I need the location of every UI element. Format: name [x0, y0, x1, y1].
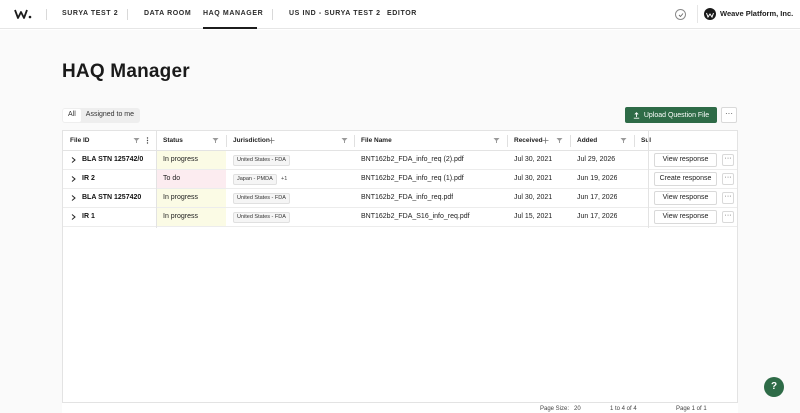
chevron-right-icon[interactable]	[71, 214, 76, 220]
row-more-button[interactable]: ···	[722, 192, 734, 204]
added-cell: Jul 29, 2026	[577, 156, 616, 163]
column-divider	[226, 135, 227, 147]
jurisdiction-tag: Japan - PMDA	[233, 174, 277, 185]
filter-icon[interactable]	[493, 137, 500, 144]
column-header-received[interactable]: Received	[514, 131, 543, 151]
table-row[interactable]: IR 1 In progress United States - FDA BNT…	[63, 208, 737, 227]
nav-item-data-room[interactable]: DATA ROOM	[144, 10, 191, 17]
upload-button-label: Upload Question File	[643, 111, 710, 119]
page-title: HAQ Manager	[62, 61, 190, 82]
status-cell[interactable]: To do	[157, 170, 226, 188]
column-divider	[570, 135, 571, 147]
status-cell[interactable]: In progress	[157, 151, 226, 169]
filter-icon[interactable]	[133, 137, 140, 144]
check-circle-icon[interactable]	[675, 9, 686, 20]
received-cell: Jul 15, 2021	[514, 213, 553, 220]
file-id-cell: IR 2	[82, 175, 95, 182]
column-header-sub[interactable]: Sul	[641, 131, 651, 151]
page-size-select[interactable]: 20	[574, 406, 581, 412]
jurisdiction-tag: United States - FDA	[233, 155, 290, 166]
column-header-jurisdiction[interactable]: Jurisdiction	[233, 131, 270, 151]
page-size-label: Page Size:	[540, 406, 570, 412]
received-cell: Jul 30, 2021	[514, 156, 553, 163]
file-name-cell[interactable]: BNT162b2_FDA_S16_info_req.pdf	[361, 208, 470, 226]
file-name-cell[interactable]: BNT162b2_FDA_info_req (2).pdf	[361, 151, 464, 169]
filter-icon[interactable]	[341, 137, 348, 144]
nav-item-editor[interactable]: EDITOR	[387, 10, 417, 17]
chevron-right-icon[interactable]	[71, 176, 76, 182]
column-divider	[507, 135, 508, 147]
top-nav: SURYA TEST 2 DATA ROOM HAQ MANAGER US IN…	[0, 0, 800, 29]
column-menu-icon[interactable]	[144, 137, 151, 144]
column-header-status[interactable]: Status	[163, 131, 183, 151]
row-more-button[interactable]: ···	[722, 211, 734, 223]
column-header-file-id[interactable]: File ID	[70, 131, 90, 151]
org-logo-icon	[704, 8, 716, 20]
view-response-button[interactable]: View response	[654, 210, 717, 224]
column-header-file-name[interactable]: File Name	[361, 131, 392, 151]
page-indicator: Page 1 of 1	[676, 406, 707, 412]
upload-question-file-button[interactable]: Upload Question File	[625, 107, 717, 123]
file-id-cell: BLA STN 1257420	[82, 194, 142, 201]
create-response-button[interactable]: Create response	[654, 172, 717, 186]
file-name-cell[interactable]: BNT162b2_FDA_info_req (1).pdf	[361, 170, 464, 188]
file-id-cell: BLA STN 125742/0	[82, 156, 144, 163]
row-more-button[interactable]: ···	[722, 173, 734, 185]
table-row[interactable]: IR 2 To do Japan - PMDA +1 BNT162b2_FDA_…	[63, 170, 737, 189]
nav-item-haq-manager[interactable]: HAQ MANAGER	[203, 10, 263, 17]
status-cell[interactable]: In progress	[157, 208, 226, 226]
column-divider	[354, 135, 355, 147]
filter-assigned-to-me[interactable]: Assigned to me	[81, 109, 139, 122]
nav-divider	[127, 9, 128, 20]
filter-all[interactable]: All	[63, 109, 81, 122]
pinned-column-divider	[156, 131, 157, 228]
help-button[interactable]: ?	[764, 377, 784, 397]
jurisdiction-more-count[interactable]: +1	[281, 174, 287, 185]
jurisdiction-tag: United States - FDA	[233, 193, 290, 204]
file-name-cell[interactable]: BNT162b2_FDA_info_req.pdf	[361, 189, 453, 207]
weave-logo-icon[interactable]	[14, 8, 32, 20]
filter-icon[interactable]	[620, 137, 627, 144]
chevron-right-icon[interactable]	[71, 195, 76, 201]
table-row[interactable]: BLA STN 1257420 In progress United State…	[63, 189, 737, 208]
org-switcher[interactable]: Weave Platform, Inc.	[697, 5, 794, 23]
more-options-button[interactable]: ···	[721, 107, 737, 123]
status-cell[interactable]: In progress	[157, 189, 226, 207]
received-cell: Jul 30, 2021	[514, 175, 553, 182]
view-response-button[interactable]: View response	[654, 191, 717, 205]
added-cell: Jun 19, 2026	[577, 175, 618, 182]
row-more-button[interactable]: ···	[722, 154, 734, 166]
view-response-button[interactable]: View response	[654, 153, 717, 167]
row-range: 1 to 4 of 4	[610, 406, 637, 412]
assignment-filter: All Assigned to me	[62, 108, 141, 123]
upload-icon	[633, 111, 640, 119]
table-row[interactable]: BLA STN 125742/0 In progress United Stat…	[63, 151, 737, 170]
jurisdiction-tag: United States - FDA	[233, 212, 290, 223]
received-cell: Jul 30, 2021	[514, 194, 553, 201]
nav-item-workspace[interactable]: SURYA TEST 2	[62, 10, 118, 17]
pinned-column-divider	[648, 131, 649, 228]
active-tab-indicator	[203, 27, 257, 29]
pagination-bar: Page Size: 20 1 to 4 of 4 Page 1 of 1	[62, 402, 738, 413]
sort-icon[interactable]	[268, 137, 275, 144]
column-header-added[interactable]: Added	[577, 131, 597, 151]
added-cell: Jun 17, 2026	[577, 213, 618, 220]
nav-divider	[272, 9, 273, 20]
sort-icon[interactable]	[542, 137, 549, 144]
nav-item-project[interactable]: US IND - SURYA TEST 2	[289, 10, 381, 17]
added-cell: Jun 17, 2026	[577, 194, 618, 201]
chevron-right-icon[interactable]	[71, 157, 76, 163]
column-divider	[634, 135, 635, 147]
haq-table: File ID Status Jurisdiction File Name Re…	[62, 130, 738, 413]
filter-icon[interactable]	[212, 137, 219, 144]
org-name: Weave Platform, Inc.	[720, 9, 794, 18]
table-header: File ID Status Jurisdiction File Name Re…	[63, 131, 737, 151]
nav-divider	[46, 9, 47, 20]
file-id-cell: IR 1	[82, 213, 95, 220]
filter-icon[interactable]	[556, 137, 563, 144]
